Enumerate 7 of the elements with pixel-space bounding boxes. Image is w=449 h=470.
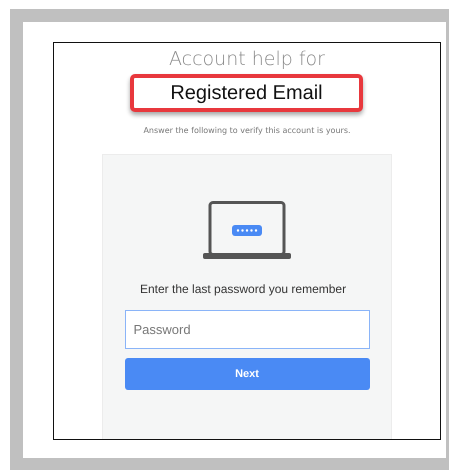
heading: Account help for	[169, 47, 325, 71]
prompt-label: Enter the last password you remember	[140, 282, 346, 296]
password-field[interactable]: Password	[124, 310, 370, 349]
subtitle: Answer the following to verify this account is yours.	[143, 126, 351, 135]
laptop-icon	[203, 201, 291, 261]
account-email: Registered Email	[130, 74, 363, 112]
next-button[interactable]: Next	[124, 358, 370, 390]
